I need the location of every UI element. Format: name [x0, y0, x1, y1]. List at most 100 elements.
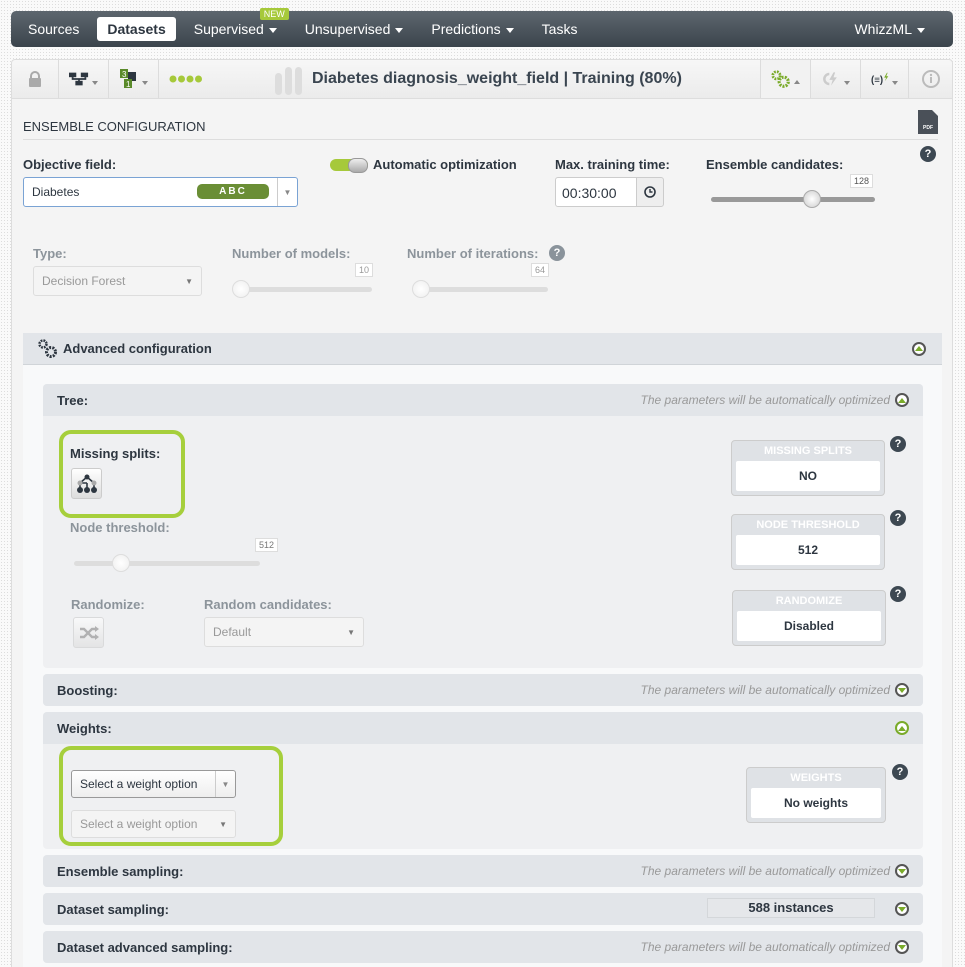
instances-count: 588 instances — [707, 898, 875, 918]
shuffle-icon — [79, 625, 99, 640]
slider-handle[interactable] — [412, 280, 430, 298]
weights-header[interactable]: Weights: — [43, 712, 923, 744]
ensemble-candidates-value: 128 — [850, 174, 874, 188]
help-icon[interactable]: ? — [890, 436, 906, 452]
clock-button[interactable] — [636, 177, 664, 207]
expand-icon[interactable] — [895, 683, 909, 697]
chevron-down-icon — [395, 27, 404, 33]
automatic-optimization-label: Automatic optimization — [373, 157, 517, 172]
objective-field-select[interactable]: Diabetes ABC ▼ — [23, 177, 298, 207]
expand-icon[interactable] — [895, 864, 909, 878]
node-threshold-summary: NODE THRESHOLD 512 — [731, 514, 885, 570]
max-training-time-label: Max. training time: — [555, 157, 670, 172]
help-icon[interactable]: ? — [549, 245, 565, 261]
progress-dots — [159, 60, 213, 98]
summary-header: RANDOMIZE — [775, 595, 843, 607]
weight-option-select[interactable]: Select a weight option ▼ — [71, 770, 236, 798]
summary-header: MISSING SPLITS — [763, 445, 852, 457]
advanced-configuration-title: Advanced configuration — [63, 341, 212, 356]
summary-value: Disabled — [737, 611, 881, 641]
tree-section: Tree: The parameters will be automatical… — [43, 384, 923, 668]
help-icon[interactable]: ? — [920, 146, 936, 162]
automatic-optimization-toggle[interactable] — [330, 158, 368, 173]
number-of-models-label: Number of models: — [232, 246, 351, 261]
missing-splits-toggle[interactable] — [71, 468, 102, 499]
field-type-badge: ABC — [197, 184, 269, 199]
randomize-toggle[interactable] — [73, 617, 104, 648]
help-icon[interactable]: ? — [890, 586, 906, 602]
nav-tasks[interactable]: Tasks — [532, 17, 588, 41]
slider-handle[interactable] — [112, 554, 130, 572]
auto-optimized-text: The parameters will be automatically opt… — [640, 683, 890, 697]
formula-lightning-icon: (≡) — [871, 72, 889, 86]
expand-icon[interactable] — [895, 902, 909, 916]
slider-handle[interactable] — [232, 280, 250, 298]
dataset-advanced-sampling-section: Dataset advanced sampling: The parameter… — [43, 931, 923, 963]
chevron-up-icon — [794, 80, 800, 84]
collapse-icon[interactable] — [912, 341, 926, 356]
configure-button[interactable] — [760, 60, 810, 98]
advanced-configuration-header[interactable]: Advanced configuration — [23, 333, 942, 365]
nav-whizzml[interactable]: WhizzML — [844, 17, 935, 41]
reload-button[interactable] — [810, 60, 860, 98]
boosting-header[interactable]: Boosting: The parameters will be automat… — [43, 674, 923, 706]
nav-supervised[interactable]: Supervised NEW — [184, 8, 289, 41]
type-select[interactable]: Decision Forest ▼ — [33, 266, 202, 296]
node-threshold-label: Node threshold: — [70, 520, 170, 535]
resource-title: Diabetes diagnosis_weight_field | Traini… — [312, 70, 682, 87]
max-training-time-input[interactable]: 00:30:00 — [555, 177, 637, 207]
weight-field-select[interactable]: Select a weight option ▼ — [71, 810, 236, 838]
missing-splits-tree-icon — [76, 474, 97, 493]
field-counts-button[interactable]: 31 — [109, 60, 159, 98]
summary-value: NO — [736, 461, 880, 491]
field-counts-icon: 31 — [120, 69, 136, 89]
collapse-icon[interactable] — [895, 721, 909, 735]
main-panel: ENSEMBLE CONFIGURATION PDF ? Objective f… — [11, 99, 953, 967]
number-of-iterations-slider[interactable] — [412, 280, 548, 298]
nav-datasets[interactable]: Datasets — [97, 17, 176, 41]
pdf-icon[interactable]: PDF — [918, 110, 938, 134]
number-of-models-value: 10 — [355, 263, 374, 277]
expand-icon[interactable] — [895, 940, 909, 954]
help-icon[interactable]: ? — [890, 510, 906, 526]
info-icon — [921, 70, 940, 88]
chevron-down-icon — [844, 81, 850, 85]
info-button[interactable] — [908, 60, 952, 98]
random-candidates-select[interactable]: Default ▼ — [204, 617, 364, 647]
ensemble-sampling-title: Ensemble sampling: — [57, 863, 184, 879]
new-badge: NEW — [259, 8, 289, 20]
random-candidates-label: Random candidates: — [204, 597, 332, 612]
chevron-down-icon — [268, 27, 277, 33]
nav-sources[interactable]: Sources — [18, 17, 89, 41]
nav-whizzml-label: WhizzML — [854, 21, 912, 37]
tree-header[interactable]: Tree: The parameters will be automatical… — [43, 384, 923, 416]
formula-button[interactable]: (≡) — [860, 60, 908, 98]
collapse-icon[interactable] — [895, 393, 909, 407]
chevron-down-icon — [505, 27, 514, 33]
resource-toolbar: 31 Diabetes diagnosis_weight_field | Tra… — [11, 59, 953, 99]
number-of-iterations-label: Number of iterations: — [407, 246, 539, 261]
help-icon[interactable]: ? — [892, 764, 908, 780]
tree-structure-button[interactable] — [59, 60, 109, 98]
nav-unsupervised[interactable]: Unsupervised — [295, 17, 414, 41]
lightning-reload-icon — [823, 72, 837, 86]
ensemble-sampling-header[interactable]: Ensemble sampling: The parameters will b… — [43, 855, 923, 887]
nav-predictions[interactable]: Predictions — [421, 17, 523, 41]
slider-handle[interactable] — [803, 190, 821, 208]
random-candidates-value: Default — [213, 625, 252, 639]
boosting-section: Boosting: The parameters will be automat… — [43, 674, 923, 706]
chevron-down-icon — [142, 81, 148, 85]
ensemble-candidates-slider[interactable] — [711, 190, 875, 208]
svg-text:(≡): (≡) — [871, 75, 883, 86]
type-value: Decision Forest — [42, 274, 126, 288]
auto-optimized-text: The parameters will be automatically opt… — [640, 393, 890, 407]
dataset-advanced-sampling-header[interactable]: Dataset advanced sampling: The parameter… — [43, 931, 923, 963]
summary-value: No weights — [751, 788, 881, 818]
dataset-sampling-header[interactable]: Dataset sampling: 588 instances — [43, 893, 923, 925]
node-threshold-slider[interactable] — [74, 554, 260, 572]
summary-value: 512 — [736, 535, 880, 565]
section-divider — [23, 139, 938, 140]
lock-button[interactable] — [12, 60, 59, 98]
dataset-advanced-sampling-title: Dataset advanced sampling: — [57, 939, 233, 955]
number-of-models-slider[interactable] — [232, 280, 372, 298]
